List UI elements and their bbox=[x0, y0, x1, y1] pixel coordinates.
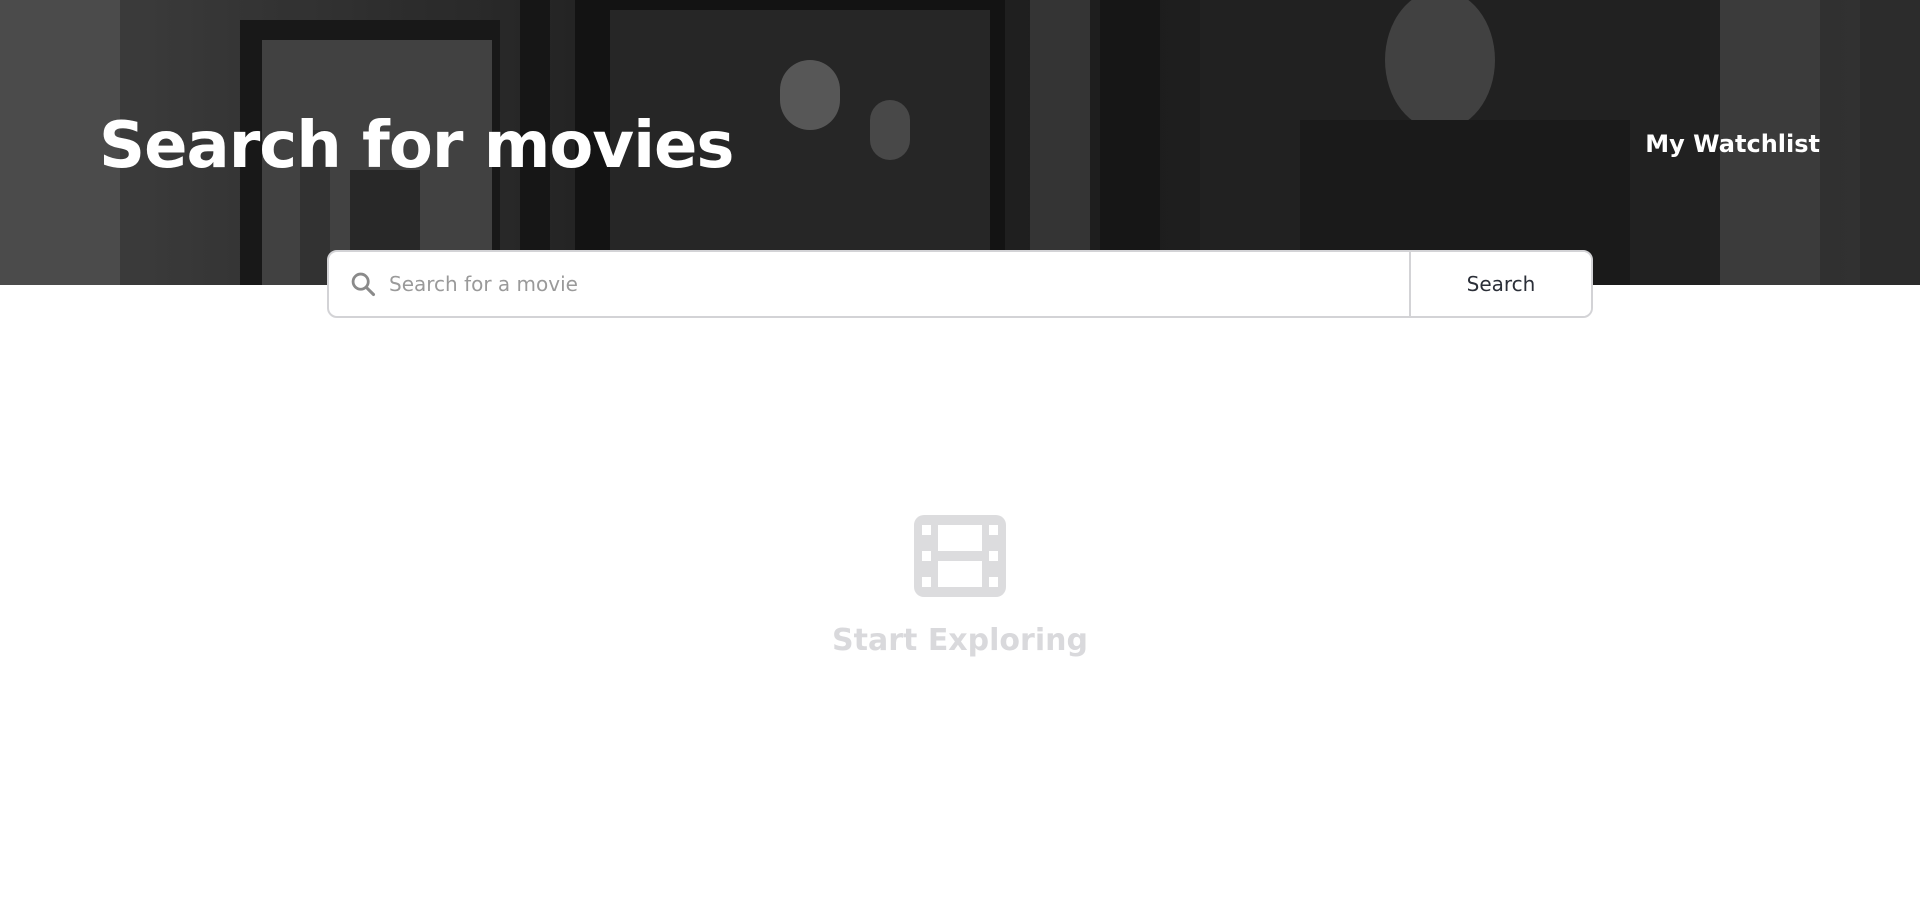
search-field bbox=[329, 252, 1409, 316]
film-icon bbox=[914, 515, 1006, 597]
search-input[interactable] bbox=[329, 252, 1409, 316]
empty-state: Start Exploring bbox=[0, 515, 1920, 661]
search-button[interactable]: Search bbox=[1409, 252, 1591, 316]
hero-banner: Search for movies My Watchlist bbox=[0, 0, 1920, 285]
page-title: Search for movies bbox=[99, 109, 734, 183]
my-watchlist-link[interactable]: My Watchlist bbox=[1645, 128, 1820, 160]
search-bar: Search bbox=[327, 250, 1593, 318]
empty-state-text: Start Exploring bbox=[832, 623, 1088, 658]
search-icon bbox=[351, 272, 376, 297]
